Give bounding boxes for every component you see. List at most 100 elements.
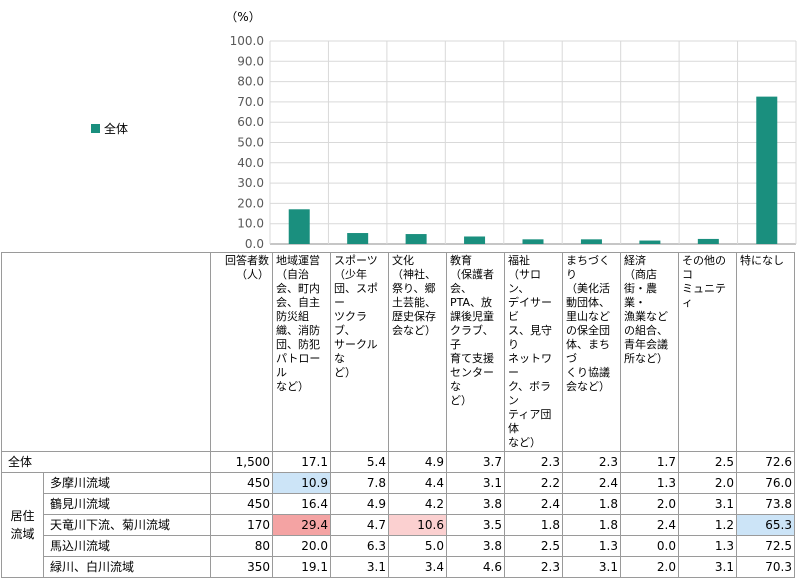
value-cell: 3.4 [388, 556, 447, 578]
respondent-count: 1,500 [210, 451, 273, 473]
value-cell: 2.0 [678, 472, 737, 494]
value-cell: 3.1 [678, 556, 737, 578]
value-cell: 2.4 [562, 472, 621, 494]
value-cell: 4.9 [388, 451, 447, 473]
value-cell: 10.6 [388, 514, 447, 536]
value-cell: 3.5 [446, 514, 505, 536]
value-cell: 2.3 [504, 451, 563, 473]
value-cell: 5.0 [388, 535, 447, 557]
value-cell: 4.4 [388, 472, 447, 494]
bar [697, 238, 719, 244]
header-blank [1, 252, 211, 452]
table-row: 天竜川下流、菊川流域 170 29.4 4.7 10.6 3.5 1.8 1.8 2.4 1.2 6… [2, 514, 795, 536]
y-tick-label: 10.0 [237, 217, 264, 231]
unit-label: （%） [225, 10, 260, 24]
value-cell: 1.8 [504, 514, 563, 536]
bar [288, 209, 310, 244]
value-cell: 3.1 [562, 556, 621, 578]
respondent-count: 170 [210, 514, 273, 536]
value-cell: 70.3 [736, 556, 795, 578]
value-cell: 3.1 [330, 556, 389, 578]
bar [464, 236, 486, 244]
row-label: 多摩川流域 [43, 472, 211, 494]
value-cell: 2.5 [504, 535, 563, 557]
y-tick-label: 60.0 [237, 115, 264, 129]
value-cell: 2.4 [504, 493, 563, 515]
value-cell: 72.6 [736, 451, 795, 473]
value-cell: 2.5 [678, 451, 737, 473]
value-cell: 3.1 [678, 493, 737, 515]
bar [347, 233, 369, 244]
value-cell: 0.0 [620, 535, 679, 557]
value-cell: 19.1 [272, 556, 331, 578]
legend-swatch [91, 124, 100, 133]
value-cell: 17.1 [272, 451, 331, 473]
header-category: まちづくり （美化活 動団体、 里山など の保全団 体、まちづ くり協議 会など… [562, 252, 621, 452]
header-category: スポーツ （少年 団、スポー ツクラブ、 サークルな ど） [330, 252, 389, 452]
value-cell: 1.3 [678, 535, 737, 557]
y-tick-label: 80.0 [237, 75, 264, 89]
value-cell: 29.4 [272, 514, 331, 536]
value-cell: 10.9 [272, 472, 331, 494]
header-category: 地域運営 （自治 会、町内 会、自主 防災組 織、消防 団、防犯 パトロール な… [272, 252, 331, 452]
chart-legend: 全体 [91, 120, 128, 137]
y-tick-label: 90.0 [237, 54, 264, 68]
value-cell: 2.4 [620, 514, 679, 536]
table-row: 緑川、白川流域 350 19.1 3.1 3.4 4.6 2.3 3.1 2.0 3.1 70.3 [2, 556, 795, 578]
value-cell: 2.2 [504, 472, 563, 494]
group-label: 居住 流域 [1, 472, 44, 578]
value-cell: 1.3 [562, 535, 621, 557]
value-cell: 73.8 [736, 493, 795, 515]
value-cell: 76.0 [736, 472, 795, 494]
bar [405, 234, 427, 244]
legend-label: 全体 [104, 122, 129, 136]
header-category: その他のコ ミュニティ [678, 252, 737, 452]
value-cell: 6.3 [330, 535, 389, 557]
value-cell: 1.2 [678, 514, 737, 536]
y-tick-label: 70.0 [237, 95, 264, 109]
table-row: 馬込川流域 80 20.0 6.3 5.0 3.8 2.5 1.3 0.0 1.3 72.5 [2, 535, 795, 557]
row-label: 馬込川流域 [43, 535, 211, 557]
y-tick-label: 40.0 [237, 156, 264, 170]
y-tick-label: 30.0 [237, 176, 264, 190]
y-tick-label: 20.0 [237, 196, 264, 210]
value-cell: 1.3 [620, 472, 679, 494]
y-tick-label: 0.0 [245, 237, 264, 251]
value-cell: 4.9 [330, 493, 389, 515]
bar [580, 239, 602, 244]
value-cell: 65.3 [736, 514, 795, 536]
header-category: 特になし [736, 252, 795, 452]
value-cell: 16.4 [272, 493, 331, 515]
value-cell: 1.8 [562, 493, 621, 515]
value-cell: 4.7 [330, 514, 389, 536]
header-respondents: 回答者数 （人） [210, 252, 273, 452]
row-label: 緑川、白川流域 [43, 556, 211, 578]
value-cell: 1.8 [562, 514, 621, 536]
bar [639, 240, 661, 244]
value-cell: 4.2 [388, 493, 447, 515]
row-label: 全体 [1, 451, 211, 473]
value-cell: 2.0 [620, 556, 679, 578]
row-label: 鶴見川流域 [43, 493, 211, 515]
value-cell: 4.6 [446, 556, 505, 578]
value-cell: 3.8 [446, 493, 505, 515]
bar [522, 239, 544, 244]
value-cell: 7.8 [330, 472, 389, 494]
value-cell: 72.5 [736, 535, 795, 557]
bar [756, 96, 778, 244]
value-cell: 5.4 [330, 451, 389, 473]
header-category: 福祉 （サロン、 デイサービ ス、見守り ネットワー ク、ボラン ティア団体 な… [504, 252, 563, 452]
value-cell: 3.1 [446, 472, 505, 494]
value-cell: 3.7 [446, 451, 505, 473]
respondent-count: 350 [210, 556, 273, 578]
value-cell: 2.3 [504, 556, 563, 578]
value-cell: 3.8 [446, 535, 505, 557]
respondent-count: 450 [210, 472, 273, 494]
table-row: 居住 流域 多摩川流域 450 10.9 7.8 4.4 3.1 2.2 2.4 1.3 2.0 76… [1, 472, 795, 578]
value-cell: 2.3 [562, 451, 621, 473]
value-cell: 2.0 [620, 493, 679, 515]
header-category: 文化 （神社、 祭り、郷 土芸能、 歴史保存 会など） [388, 252, 447, 452]
y-tick-label: 100.0 [230, 34, 264, 48]
data-table: 回答者数 （人） 地域運営 （自治 会、町内 会、自主 防災組 織、消防 団、防犯… [1, 252, 795, 578]
header-category: 教育 （保護者 会、 PTA、放 課後児童 クラブ、子 育て支援 センターな ど… [446, 252, 505, 452]
